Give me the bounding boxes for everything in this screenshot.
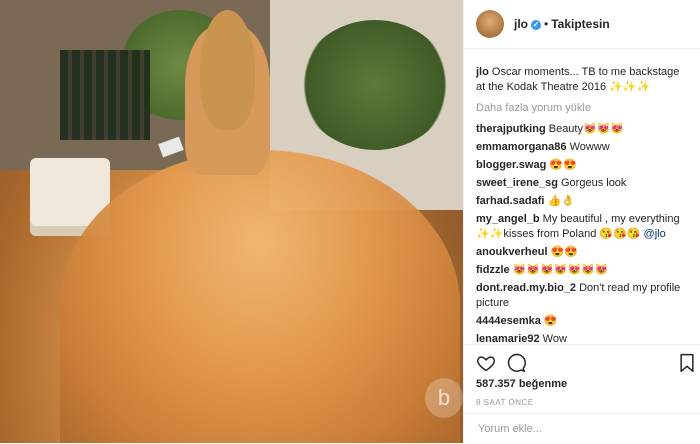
comment-text: 😍😍 (550, 246, 578, 258)
photo-plant-right (300, 20, 450, 150)
comment-text: 😻😻😻😻😻😻😻 (512, 264, 609, 276)
add-comment-bar (464, 413, 700, 444)
caption-username[interactable]: jlo (476, 66, 489, 78)
comment-username[interactable]: dont.read.my.bio_2 (476, 282, 576, 294)
avatar[interactable] (476, 10, 504, 38)
comment-row: sweet_irene_sg Gorgeus look (476, 176, 689, 191)
header-username[interactable]: jlo ✓ (514, 17, 541, 31)
comment-row: fidzzle 😻😻😻😻😻😻😻 (476, 263, 689, 278)
username-text[interactable]: jlo (514, 17, 528, 31)
comment-username[interactable]: fidzzle (476, 264, 510, 276)
caption-text: Oscar moments... TB to me backstage at t… (476, 66, 680, 93)
comment-rows: therajputking Beauty😻😻😻 emmamorgana86 Wow… (476, 122, 689, 347)
post-timestamp[interactable]: 8 SAAT ÖNCE (476, 398, 534, 407)
comments-list: jlo Oscar moments... TB to me backstage … (464, 49, 700, 365)
load-more-comments[interactable]: Daha fazla yorum yükle (476, 101, 689, 116)
comment-username[interactable]: farhad.sadafi (476, 195, 544, 207)
comment-row: dont.read.my.bio_2 Don't read my profile… (476, 281, 689, 311)
photo-bottles (60, 50, 150, 140)
comment-username[interactable]: my_angel_b (476, 213, 540, 225)
comment-row: 4444esemka 😍 (476, 314, 689, 329)
comment-text: Gorgeus look (561, 177, 627, 189)
photo-gold-gown (60, 150, 460, 443)
post-photo[interactable]: b (0, 0, 463, 443)
comment-row: farhad.sadafi 👍👌 (476, 194, 689, 209)
comment-row: my_angel_b My beautiful , my everything … (476, 212, 689, 242)
comment-username[interactable]: therajputking (476, 123, 546, 135)
heart-icon[interactable] (476, 353, 496, 373)
comment-row: therajputking Beauty😻😻😻 (476, 122, 689, 137)
comment-row: anoukverheul 😍😍 (476, 245, 689, 260)
comment-username[interactable]: blogger.swag (476, 159, 546, 171)
comment-row: blogger.swag 😍😍 (476, 158, 689, 173)
verified-badge-icon: ✓ (531, 19, 541, 30)
comment-text: 😍😍 (549, 159, 577, 171)
comment-username[interactable]: 4444esemka (476, 315, 541, 327)
comment-username[interactable]: anoukverheul (476, 246, 548, 258)
separator-dot: • (544, 17, 549, 31)
comment-text: Wowww (569, 141, 610, 153)
watermark-logo: b (425, 378, 463, 418)
comment-mention[interactable]: @jlo (644, 228, 666, 240)
post-sidebar: jlo ✓ • Takiptesin jlo Oscar moments... T… (463, 0, 700, 443)
post-header: jlo ✓ • Takiptesin (464, 0, 700, 49)
add-comment-input[interactable] (476, 422, 680, 436)
comment-username[interactable]: sweet_irene_sg (476, 177, 558, 189)
follow-status[interactable]: Takiptesin (551, 17, 609, 31)
comment-text: Beauty😻😻😻 (548, 123, 625, 135)
comment-username[interactable]: emmamorgana86 (476, 141, 567, 153)
comment-bubble-icon[interactable] (506, 353, 526, 373)
comment-text: 😍 (543, 315, 558, 327)
instagram-post: b jlo ✓ • Takiptesin jlo Oscar moments...… (0, 0, 700, 443)
comment-row: emmamorgana86 Wowww (476, 140, 689, 155)
bookmark-icon[interactable] (677, 353, 697, 373)
likes-count[interactable]: 587.357 beğenme (476, 378, 567, 390)
post-caption: jlo Oscar moments... TB to me backstage … (476, 65, 689, 95)
photo-hair (200, 10, 255, 130)
comment-text: 👍👌 (547, 195, 575, 207)
action-bar (464, 344, 700, 377)
